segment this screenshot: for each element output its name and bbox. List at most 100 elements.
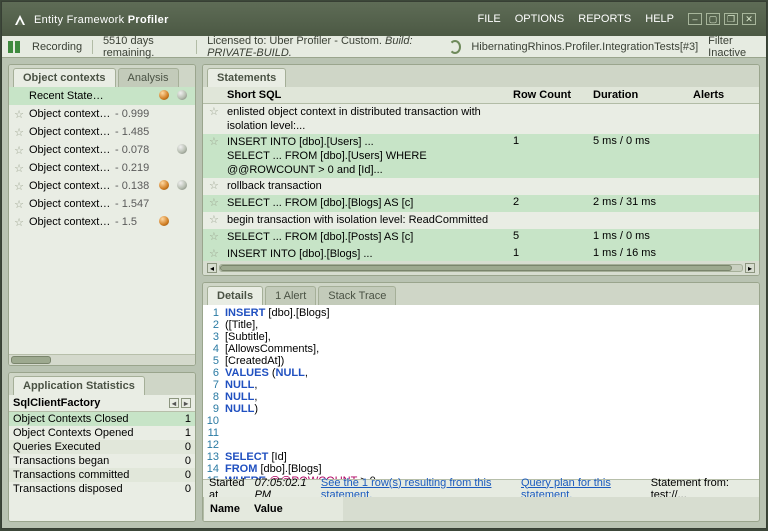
main-area: Object contexts Analysis Recent Statemen…	[2, 58, 766, 528]
scroll-left-icon[interactable]: ◂	[207, 263, 217, 273]
context-row[interactable]: ☆ Object context #7 - 1.5	[9, 213, 195, 231]
tab-object-contexts[interactable]: Object contexts	[13, 68, 116, 87]
stat-value: 0	[185, 455, 191, 467]
short-sql: enlisted object context in distributed t…	[227, 105, 513, 133]
query-plan-link[interactable]: Query plan for this statement.	[521, 477, 647, 498]
context-row[interactable]: ☆ Object context #1 - 0.999	[9, 105, 195, 123]
star-icon[interactable]: ☆	[209, 196, 227, 209]
col-row-count[interactable]: Row Count	[513, 89, 593, 101]
context-value: - 0.078	[115, 144, 155, 156]
col-alerts[interactable]: Alerts	[693, 89, 753, 101]
statement-row[interactable]: ☆ INSERT INTO [dbo].[Users] ... SELECT .…	[203, 134, 759, 178]
star-icon[interactable]: ☆	[13, 144, 25, 157]
star-icon[interactable]: ☆	[209, 247, 227, 260]
context-row[interactable]: ☆ Object context #6 - 1.547	[9, 195, 195, 213]
code-line: 8 NULL,	[203, 391, 759, 403]
context-name: Object context #2	[29, 126, 111, 138]
stat-row[interactable]: Object Contexts Opened1	[9, 426, 195, 440]
context-value: - 1.547	[115, 198, 155, 210]
tab-stack-trace[interactable]: Stack Trace	[318, 286, 396, 305]
filter-inactive-link[interactable]: Filter Inactive	[708, 35, 760, 59]
tab-alert[interactable]: 1 Alert	[265, 286, 316, 305]
menu-help[interactable]: HELP	[645, 13, 674, 25]
star-icon[interactable]: ☆	[13, 162, 25, 175]
stat-row[interactable]: Queries Executed0	[9, 440, 195, 454]
statement-row[interactable]: ☆ enlisted object context in distributed…	[203, 104, 759, 134]
star-icon[interactable]: ☆	[13, 108, 25, 121]
statement-row[interactable]: ☆ SELECT ... FROM [dbo].[Posts] AS [c] 5…	[203, 229, 759, 246]
star-icon[interactable]: ☆	[209, 230, 227, 243]
stat-key: Transactions disposed	[13, 483, 185, 495]
context-hscroll[interactable]	[9, 354, 195, 365]
status-dot-icon	[177, 144, 187, 154]
short-sql: SELECT ... FROM [dbo].[Blogs] AS [c]	[227, 196, 513, 210]
col-name: Name	[210, 503, 252, 515]
stat-key: Object Contexts Opened	[13, 427, 185, 439]
col-short-sql[interactable]: Short SQL	[227, 89, 513, 101]
code-line: 7 NULL,	[203, 379, 759, 391]
star-icon[interactable]: ☆	[13, 180, 25, 193]
statement-row[interactable]: ☆ begin transaction with isolation level…	[203, 212, 759, 229]
stat-row[interactable]: Transactions began0	[9, 454, 195, 468]
short-sql: rollback transaction	[227, 179, 513, 193]
see-rows-link[interactable]: See the 1 row(s) resulting from this sta…	[321, 477, 517, 498]
test-name: HibernatingRhinos.Profiler.IntegrationTe…	[471, 41, 698, 53]
statement-row[interactable]: ☆ INSERT INTO [dbo].[Blogs] ... SELECT .…	[203, 246, 759, 261]
stat-value: 0	[185, 469, 191, 481]
context-row[interactable]: ☆ Object context #2 - 1.485	[9, 123, 195, 141]
statement-row[interactable]: ☆ rollback transaction	[203, 178, 759, 195]
stat-key: Object Contexts Closed	[13, 413, 185, 425]
star-icon[interactable]: ☆	[209, 179, 227, 192]
statement-row[interactable]: ☆ SELECT ... FROM [dbo].[Blogs] AS [c] 2…	[203, 195, 759, 212]
refresh-icon[interactable]	[449, 40, 461, 54]
scroll-right-button[interactable]: ▸	[181, 398, 191, 408]
star-icon[interactable]: ☆	[13, 126, 25, 139]
code-line: 6VALUES (NULL,	[203, 367, 759, 379]
recording-icon[interactable]	[8, 41, 20, 53]
window-buttons: – ▢ ❐ ✕	[688, 13, 756, 25]
menu-reports[interactable]: REPORTS	[578, 13, 631, 25]
factory-label: SqlClientFactory	[13, 397, 167, 409]
star-icon[interactable]: ☆	[209, 135, 227, 148]
tab-statements[interactable]: Statements	[207, 68, 286, 87]
tab-application-statistics[interactable]: Application Statistics	[13, 376, 145, 395]
close-button[interactable]: ✕	[742, 13, 756, 25]
context-value: - 1.5	[115, 216, 155, 228]
statements-scroll[interactable]: ◂ ▸	[203, 261, 759, 275]
context-value: - 0.219	[115, 162, 155, 174]
code-line: 14FROM [dbo].[Blogs]	[203, 463, 759, 475]
row-count: 5	[513, 230, 593, 242]
stat-row[interactable]: Transactions disposed0	[9, 482, 195, 496]
application-statistics-panel: Application Statistics SqlClientFactory …	[8, 372, 196, 522]
context-row[interactable]: ☆ Object context #5 - 0.138	[9, 177, 195, 195]
context-name: Object context #4	[29, 162, 111, 174]
scroll-right-icon[interactable]: ▸	[745, 263, 755, 273]
application-window: Entity Framework Profiler FILE OPTIONS R…	[1, 1, 767, 529]
star-icon[interactable]: ☆	[13, 216, 25, 229]
context-row[interactable]: ☆ Object context #4 - 0.219	[9, 159, 195, 177]
context-row[interactable]: ☆ Object context #3 - 0.078	[9, 141, 195, 159]
stat-rows: Object Contexts Closed1Object Contexts O…	[9, 412, 195, 496]
menu-file[interactable]: FILE	[478, 13, 501, 25]
details-footer: Started at 07:05:02.1 PM See the 1 row(s…	[203, 479, 759, 497]
menu-options[interactable]: OPTIONS	[515, 13, 565, 25]
maximize-button[interactable]: ▢	[706, 13, 720, 25]
stat-row[interactable]: Object Contexts Closed1	[9, 412, 195, 426]
restore-button[interactable]: ❐	[724, 13, 738, 25]
context-row[interactable]: Recent Statements	[9, 87, 195, 105]
tab-analysis[interactable]: Analysis	[118, 68, 179, 87]
tab-details[interactable]: Details	[207, 286, 263, 305]
col-duration[interactable]: Duration	[593, 89, 693, 101]
stat-row[interactable]: Transactions committed0	[9, 468, 195, 482]
minimize-button[interactable]: –	[688, 13, 702, 25]
code-line: 2 ([Title],	[203, 319, 759, 331]
short-sql: INSERT INTO [dbo].[Blogs] ... SELECT ...…	[227, 247, 513, 261]
sql-code-viewer[interactable]: 1INSERT [dbo].[Blogs]2 ([Title],3 [Subti…	[203, 305, 759, 479]
scroll-left-button[interactable]: ◂	[169, 398, 179, 408]
star-icon[interactable]: ☆	[13, 198, 25, 211]
context-name: Recent Statements	[29, 90, 111, 102]
star-icon[interactable]: ☆	[209, 213, 227, 226]
star-icon[interactable]: ☆	[209, 105, 227, 118]
details-panel: Details 1 Alert Stack Trace 1INSERT [dbo…	[202, 282, 760, 522]
started-label: Started at	[209, 477, 251, 498]
